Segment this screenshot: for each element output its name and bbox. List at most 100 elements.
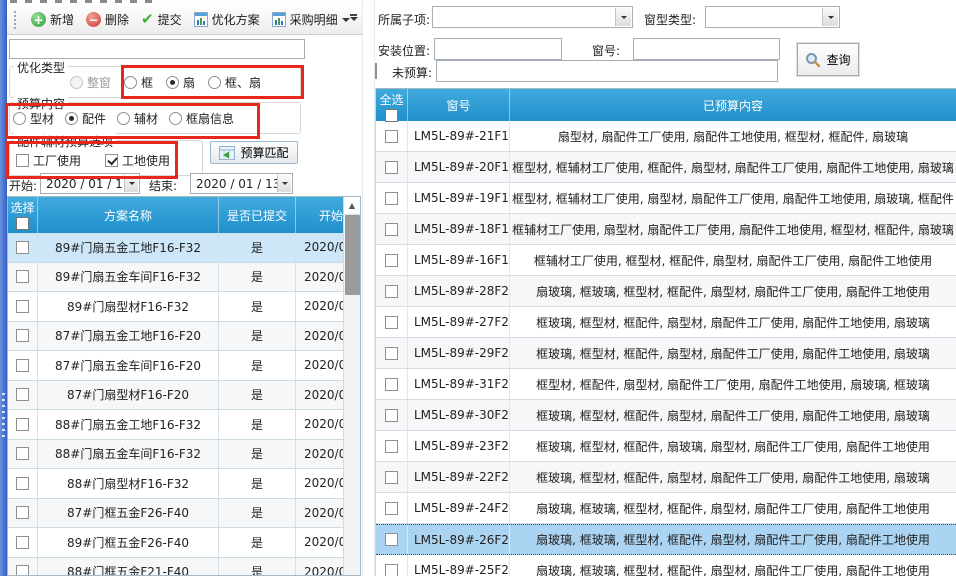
window-type-dropdown-button[interactable] xyxy=(822,8,838,26)
row-checkbox[interactable] xyxy=(385,192,398,205)
window-table-row[interactable]: LM5L-89#-23F21 框玻璃, 框型材, 框配件, 扇玻璃, 扇型材, … xyxy=(376,431,956,462)
plan-table-row[interactable]: 87#门框五金F26-F40 是 2020/0 xyxy=(8,499,360,529)
budget-content-option[interactable]: 辅材 xyxy=(117,110,158,127)
plan-table-row[interactable]: 87#门扇五金工地F16-F20 是 2020/0 xyxy=(8,322,360,352)
plan-table-row[interactable]: 88#门框五金F21-F40 是 2020/0 xyxy=(8,558,360,576)
optimize-plan-button[interactable]: 优化方案 xyxy=(188,9,266,30)
radio-icon[interactable] xyxy=(13,112,26,125)
start-date-dropdown-button[interactable] xyxy=(124,175,138,192)
scroll-up-button[interactable]: ▲ xyxy=(344,197,360,215)
radio-icon[interactable] xyxy=(169,112,182,125)
usage-option[interactable]: 工地使用 xyxy=(105,152,170,169)
window-table-row[interactable]: LM5L-89#-25F23 扇玻璃, 框玻璃, 框型材, 框配件, 扇型材, … xyxy=(376,555,956,576)
window-table-row[interactable]: LM5L-89#-28F26 扇玻璃, 框玻璃, 框型材, 框配件, 扇型材, … xyxy=(376,276,956,307)
optimize-type-option[interactable]: 整窗 xyxy=(70,74,111,91)
checkbox-icon[interactable] xyxy=(16,154,29,167)
window-table-row[interactable]: LM5L-89#-16F15 框辅材工厂使用, 框型材, 框配件, 扇型材, 扇… xyxy=(376,245,956,276)
row-checkbox[interactable] xyxy=(385,409,398,422)
row-checkbox[interactable] xyxy=(385,316,398,329)
select-all-checkbox[interactable] xyxy=(16,217,29,230)
end-date-dropdown-button[interactable] xyxy=(277,175,291,192)
plan-filter-input[interactable] xyxy=(9,39,305,59)
row-checkbox[interactable] xyxy=(385,471,398,484)
plan-table-row[interactable]: 87#门扇型材F16-F20 是 2020/0 xyxy=(8,381,360,411)
row-checkbox[interactable] xyxy=(16,506,29,519)
row-checkbox[interactable] xyxy=(16,329,29,342)
row-checkbox[interactable] xyxy=(385,347,398,360)
window-type-combobox[interactable] xyxy=(705,6,840,28)
row-checkbox[interactable] xyxy=(385,223,398,236)
plan-table-row[interactable]: 87#门扇五金车间F16-F20 是 2020/0 xyxy=(8,351,360,381)
plan-table-row[interactable]: 89#门框五金F26-F40 是 2020/0 xyxy=(8,528,360,558)
optimize-type-option[interactable]: 框、扇 xyxy=(208,74,261,91)
purchase-detail-button[interactable]: 采购明细 xyxy=(266,9,356,30)
row-checkbox[interactable] xyxy=(16,447,29,460)
row-checkbox[interactable] xyxy=(16,477,29,490)
end-date-picker[interactable]: 2020 / 01 / 13 xyxy=(190,173,293,194)
row-checkbox[interactable] xyxy=(16,536,29,549)
window-table-row[interactable]: LM5L-89#-21F19 扇型材, 扇配件工厂使用, 扇配件工地使用, 框型… xyxy=(376,121,956,152)
row-checkbox[interactable] xyxy=(385,254,398,267)
plan-table-row[interactable]: 89#门扇五金工地F16-F32 是 2020/0 xyxy=(8,233,360,263)
row-checkbox[interactable] xyxy=(16,565,29,576)
optimize-type-option[interactable]: 扇 xyxy=(166,74,195,91)
row-checkbox[interactable] xyxy=(16,270,29,283)
row-checkbox[interactable] xyxy=(16,300,29,313)
row-checkbox[interactable] xyxy=(16,418,29,431)
no-budget-checkbox[interactable] xyxy=(375,63,377,79)
radio-icon[interactable] xyxy=(124,76,137,89)
no-budget-input[interactable] xyxy=(436,60,778,82)
row-checkbox[interactable] xyxy=(385,502,398,515)
budget-content-option[interactable]: 框扇信息 xyxy=(169,110,234,127)
radio-icon[interactable] xyxy=(65,112,78,125)
query-button[interactable]: 查询 xyxy=(797,43,859,76)
panel-splitter[interactable] xyxy=(362,0,375,576)
row-checkbox[interactable] xyxy=(385,161,398,174)
row-checkbox[interactable] xyxy=(16,359,29,372)
radio-icon[interactable] xyxy=(208,76,221,89)
window-no-input[interactable] xyxy=(633,38,780,60)
submitted-column-header[interactable]: 是否已提交 xyxy=(219,197,296,233)
window-table-row[interactable]: LM5L-89#-19F17 框型材, 框辅材工厂使用, 扇型材, 扇配件工厂使… xyxy=(376,183,956,214)
add-button[interactable]: + 新增 xyxy=(25,9,80,30)
checkbox-icon[interactable] xyxy=(105,154,118,167)
delete-button[interactable]: − 删除 xyxy=(80,9,135,30)
window-table-row[interactable]: LM5L-89#-22F20 框玻璃, 框型材, 框配件, 扇型材, 扇配件工厂… xyxy=(376,462,956,493)
window-table-row[interactable]: LM5L-89#-20F18 框型材, 框辅材工厂使用, 框配件, 扇型材, 扇… xyxy=(376,152,956,183)
radio-icon[interactable] xyxy=(166,76,179,89)
window-table-row[interactable]: LM5L-89#-29F27 框玻璃, 框型材, 框配件, 扇型材, 扇配件工厂… xyxy=(376,338,956,369)
select-all-checkbox[interactable] xyxy=(385,109,398,122)
row-checkbox[interactable] xyxy=(16,388,29,401)
window-no-column-header[interactable]: 窗号 xyxy=(408,89,510,121)
row-checkbox[interactable] xyxy=(385,564,398,576)
plan-table-row[interactable]: 88#门扇型材F16-F32 是 2020/0 xyxy=(8,469,360,499)
toolbar-grip[interactable] xyxy=(14,11,19,29)
plan-table-row[interactable]: 88#门扇五金车间F16-F32 是 2020/0 xyxy=(8,440,360,470)
radio-icon[interactable] xyxy=(70,76,83,89)
row-checkbox[interactable] xyxy=(385,440,398,453)
sub-item-combobox[interactable] xyxy=(432,6,633,28)
window-table-row[interactable]: LM5L-89#-30F28 框玻璃, 框型材, 框配件, 扇型材, 扇配件工厂… xyxy=(376,400,956,431)
row-checkbox[interactable] xyxy=(16,241,29,254)
plan-table-scrollbar[interactable]: ▲ xyxy=(343,197,360,575)
row-checkbox[interactable] xyxy=(385,533,398,546)
window-table-row[interactable]: LM5L-89#-27F25 框玻璃, 框型材, 框配件, 扇型材, 扇配件工厂… xyxy=(376,307,956,338)
plan-table-row[interactable]: 89#门扇五金车间F16-F32 是 2020/0 xyxy=(8,263,360,293)
toolbar-overflow-button[interactable] xyxy=(347,14,360,29)
optimize-type-option[interactable]: 框 xyxy=(124,74,153,91)
dock-strip[interactable] xyxy=(0,0,7,576)
row-checkbox[interactable] xyxy=(385,285,398,298)
radio-icon[interactable] xyxy=(117,112,130,125)
scrollbar-thumb[interactable] xyxy=(345,215,360,295)
submit-button[interactable]: ✔ 提交 xyxy=(135,9,188,30)
window-table-row[interactable]: LM5L-89#-26F24 扇玻璃, 框玻璃, 框型材, 框配件, 扇型材, … xyxy=(376,524,956,555)
window-table-row[interactable]: LM5L-89#-18F16 框辅材工厂使用, 扇型材, 扇配件工厂使用, 扇配… xyxy=(376,214,956,245)
budget-match-button[interactable]: 预算匹配 xyxy=(210,141,298,164)
plan-table-row[interactable]: 88#门扇五金工地F16-F32 是 2020/0 xyxy=(8,410,360,440)
row-checkbox[interactable] xyxy=(385,130,398,143)
budget-content-option[interactable]: 配件 xyxy=(65,110,106,127)
window-table-row[interactable]: LM5L-89#-24F22 扇玻璃, 框玻璃, 框型材, 框配件, 扇型材, … xyxy=(376,493,956,524)
window-table-row[interactable]: LM5L-89#-31F29 框型材, 框配件, 扇型材, 扇配件工厂使用, 扇… xyxy=(376,369,956,400)
sub-item-dropdown-button[interactable] xyxy=(615,8,631,26)
budgeted-content-column-header[interactable]: 已预算内容 xyxy=(510,89,956,121)
